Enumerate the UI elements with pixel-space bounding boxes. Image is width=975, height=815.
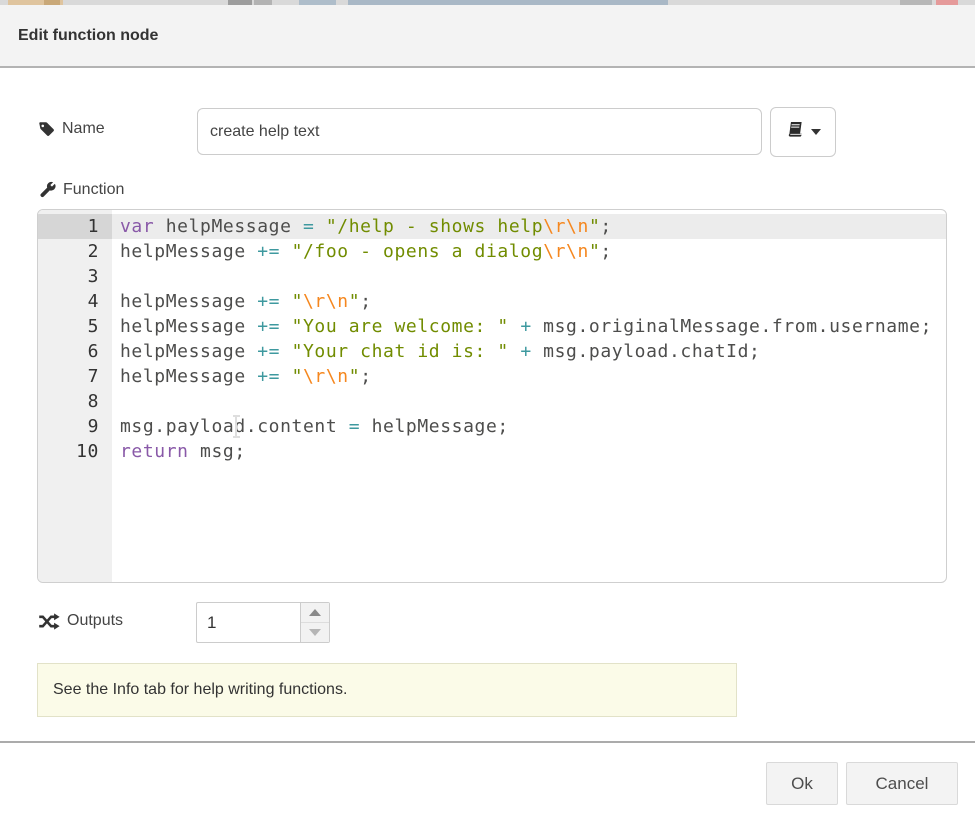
gutter-line-number: 6 xyxy=(38,339,112,364)
dialog-title: Edit function node xyxy=(18,27,158,45)
code-line: helpMessage += "\r\n"; xyxy=(112,289,946,314)
function-label: Function xyxy=(63,181,124,199)
editor-gutter: 12345678910 xyxy=(38,210,112,582)
wrench-icon xyxy=(38,181,56,199)
outputs-spinner xyxy=(196,602,330,643)
tag-icon xyxy=(38,121,55,138)
gutter-line-number: 7 xyxy=(38,364,112,389)
code-line: helpMessage += "/foo - opens a dialog\r\… xyxy=(112,239,946,264)
name-label: Name xyxy=(62,120,105,138)
spinner-buttons xyxy=(300,603,329,642)
book-icon xyxy=(786,121,805,143)
gutter-line-number: 5 xyxy=(38,314,112,339)
cancel-button[interactable]: Cancel xyxy=(846,762,958,805)
function-code-editor[interactable]: 12345678910 var helpMessage = "/help - s… xyxy=(37,209,947,583)
info-tip-box: See the Info tab for help writing functi… xyxy=(37,663,737,717)
text-cursor-ibeam xyxy=(231,414,242,444)
edit-function-node-dialog: Edit function node Name xyxy=(0,0,975,815)
spinner-up-button[interactable] xyxy=(301,603,329,623)
gutter-line-number: 3 xyxy=(38,264,112,289)
info-tip-text: See the Info tab for help writing functi… xyxy=(53,681,347,699)
gutter-line-number: 9 xyxy=(38,414,112,439)
code-line xyxy=(112,264,946,289)
dialog-header: Edit function node xyxy=(0,5,975,68)
footer-divider xyxy=(0,741,975,743)
gutter-line-number: 4 xyxy=(38,289,112,314)
code-line: helpMessage += "\r\n"; xyxy=(112,364,946,389)
arrow-down-icon xyxy=(309,629,321,636)
shuffle-icon xyxy=(38,613,60,630)
editor-code[interactable]: var helpMessage = "/help - shows help\r\… xyxy=(112,210,946,582)
gutter-line-number: 8 xyxy=(38,389,112,414)
code-line: helpMessage += "Your chat id is: " + msg… xyxy=(112,339,946,364)
name-input[interactable] xyxy=(197,108,762,155)
library-button[interactable] xyxy=(770,107,836,157)
function-label-row: Function xyxy=(38,181,124,199)
outputs-label: Outputs xyxy=(67,612,123,630)
spinner-down-button[interactable] xyxy=(301,623,329,642)
code-line: helpMessage += "You are welcome: " + msg… xyxy=(112,314,946,339)
ok-button[interactable]: Ok xyxy=(766,762,838,805)
outputs-label-row: Outputs xyxy=(38,612,123,630)
name-label-row: Name xyxy=(38,120,105,138)
gutter-line-number: 10 xyxy=(38,439,112,464)
arrow-up-icon xyxy=(309,609,321,616)
code-line: var helpMessage = "/help - shows help\r\… xyxy=(112,214,946,239)
gutter-line-number: 2 xyxy=(38,239,112,264)
code-line xyxy=(112,389,946,414)
outputs-input[interactable] xyxy=(197,603,300,642)
gutter-line-number: 1 xyxy=(38,214,112,239)
caret-down-icon xyxy=(811,129,821,135)
